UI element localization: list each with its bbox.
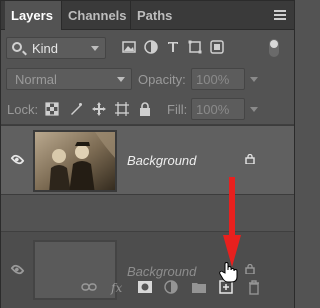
lock-transparency-icon[interactable] [44, 101, 60, 117]
layer-filter-row: Kind [1, 36, 294, 60]
adjustment-layer-icon[interactable] [163, 279, 179, 295]
layer-name[interactable]: Background [127, 153, 196, 168]
layer-mask-icon[interactable] [137, 279, 153, 295]
group-folder-icon[interactable] [191, 279, 207, 295]
filter-toggle[interactable] [269, 39, 279, 57]
shape-filter-icon[interactable] [187, 39, 203, 55]
lock-artboard-icon[interactable] [114, 101, 130, 117]
opacity-label: Opacity: [138, 72, 186, 87]
lock-row: Lock: Fill: 100% [1, 98, 294, 120]
blend-row: Normal Opacity: 100% [1, 67, 294, 91]
filter-kind-dropdown[interactable]: Kind [6, 37, 106, 59]
blend-mode-value: Normal [15, 72, 57, 87]
tab-layers[interactable]: Layers [5, 1, 61, 31]
visibility-eye-icon[interactable] [10, 262, 25, 277]
tab-paths[interactable]: Paths [131, 1, 175, 30]
opacity-chevron-icon[interactable] [250, 77, 258, 82]
fill-label: Fill: [167, 102, 188, 117]
lock-label: Lock: [7, 102, 39, 117]
blend-mode-dropdown[interactable]: Normal [6, 68, 132, 90]
filter-kind-label: Kind [32, 41, 59, 56]
lock-pixels-icon[interactable] [68, 101, 84, 117]
lock-all-icon[interactable] [137, 101, 153, 117]
opacity-field[interactable]: 100% [191, 68, 245, 90]
layer-thumbnail [33, 130, 117, 192]
layer-lock-icon [245, 154, 255, 164]
search-icon [12, 42, 22, 52]
trash-icon[interactable] [246, 279, 262, 295]
visibility-eye-icon[interactable] [10, 152, 25, 167]
hand-cursor-icon [219, 262, 238, 283]
lock-position-icon[interactable] [91, 101, 107, 117]
chevron-down-icon [117, 77, 125, 82]
fill-field[interactable]: 100% [191, 98, 245, 120]
adjustment-filter-icon[interactable] [143, 39, 159, 55]
layers-panel: Layers Channels Paths Kind Normal Opacit… [0, 0, 295, 308]
panel-menu-icon[interactable] [274, 10, 286, 20]
fx-icon[interactable]: fx [110, 279, 126, 295]
opacity-value: 100% [196, 72, 230, 87]
pixel-layer-filter-icon[interactable] [121, 39, 137, 55]
chevron-down-icon [91, 46, 99, 51]
layer-row-background[interactable]: Background [1, 125, 294, 195]
panel-tab-bar: Layers Channels Paths [1, 1, 294, 31]
type-filter-icon[interactable] [165, 39, 181, 55]
link-layers-icon[interactable] [81, 279, 97, 295]
tab-channels[interactable]: Channels [61, 1, 131, 30]
fill-chevron-icon[interactable] [250, 107, 258, 112]
layer-lock-icon [245, 264, 255, 274]
smart-object-filter-icon[interactable] [209, 39, 225, 55]
fill-value: 100% [196, 102, 230, 117]
annotation-arrow [223, 177, 241, 267]
svg-text:fx: fx [110, 281, 122, 295]
layers-bottom-toolbar: fx [1, 277, 294, 299]
